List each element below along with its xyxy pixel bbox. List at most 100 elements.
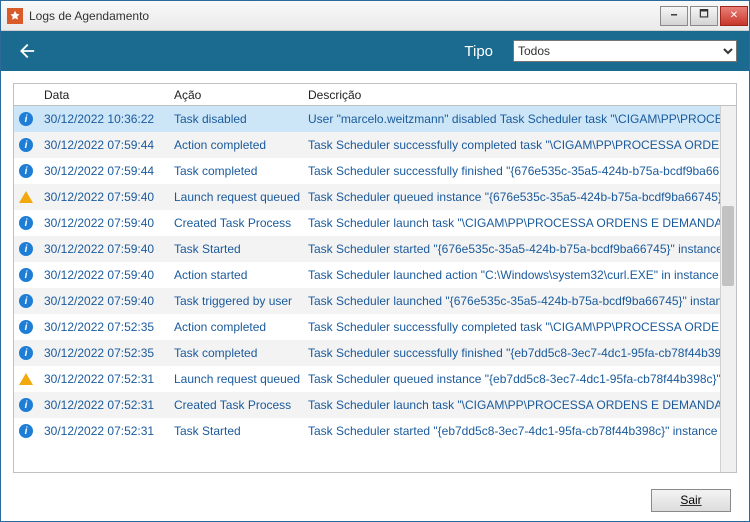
app-window: Logs de Agendamento 🗕 🗖 ✕ Tipo Todos Dat… [0, 0, 750, 522]
warning-icon [19, 373, 33, 385]
row-descricao: Task Scheduler successfully completed ta… [302, 138, 736, 152]
row-icon [14, 191, 38, 203]
info-icon: i [19, 294, 33, 308]
row-icon: i [14, 242, 38, 256]
row-acao: Task disabled [168, 112, 302, 126]
info-icon: i [19, 216, 33, 230]
row-descricao: Task Scheduler successfully completed ta… [302, 320, 736, 334]
tipo-label: Tipo [464, 43, 513, 60]
content: Data Ação Descrição i 30/12/2022 10:36:22… [1, 71, 749, 479]
info-icon: i [19, 320, 33, 334]
row-data: 30/12/2022 07:52:31 [38, 398, 168, 412]
row-acao: Created Task Process [168, 216, 302, 230]
row-acao: Action completed [168, 138, 302, 152]
table-row[interactable]: i 30/12/2022 07:52:35Action completedTask… [14, 314, 736, 340]
table-row[interactable]: 30/12/2022 07:52:31Launch request queued… [14, 366, 736, 392]
titlebar: Logs de Agendamento 🗕 🗖 ✕ [1, 1, 749, 31]
column-header-descricao[interactable]: Descrição [302, 84, 736, 105]
maximize-button[interactable]: 🗖 [690, 6, 718, 26]
window-controls: 🗕 🗖 ✕ [659, 6, 749, 26]
tipo-select[interactable]: Todos [513, 40, 737, 62]
table-row[interactable]: i30/12/2022 07:59:40Task StartedTask Sch… [14, 236, 736, 262]
column-header-data[interactable]: Data [38, 84, 168, 105]
grid-header-row: Data Ação Descrição [14, 84, 736, 106]
row-icon: i [14, 294, 38, 308]
row-descricao: Task Scheduler launched "{676e535c-35a5-… [302, 294, 736, 308]
row-icon: i [14, 216, 38, 230]
arrow-left-icon [14, 40, 36, 62]
row-acao: Action started [168, 268, 302, 282]
back-button[interactable] [13, 39, 37, 63]
table-row[interactable]: i 30/12/2022 07:59:40Action startedTask S… [14, 262, 736, 288]
table-row[interactable]: i 30/12/2022 07:52:35Task completedTask S… [14, 340, 736, 366]
row-descricao: Task Scheduler launch task "\CIGAM\PP\PR… [302, 398, 736, 412]
table-row[interactable]: i 30/12/2022 07:59:44Action completedTask… [14, 132, 736, 158]
row-data: 30/12/2022 07:52:31 [38, 424, 168, 438]
row-data: 30/12/2022 07:59:40 [38, 268, 168, 282]
table-row[interactable]: i 30/12/2022 07:59:40Created Task Process… [14, 210, 736, 236]
table-row[interactable]: i 30/12/2022 10:36:22Task disabledUser "m… [14, 106, 736, 132]
toolbar: Tipo Todos [1, 31, 749, 71]
row-icon: i [14, 268, 38, 282]
row-acao: Created Task Process [168, 398, 302, 412]
info-icon: i [19, 398, 33, 412]
row-data: 30/12/2022 07:59:40 [38, 294, 168, 308]
row-descricao: Task Scheduler started "{eb7dd5c8-3ec7-4… [302, 424, 736, 438]
row-descricao: Task Scheduler successfully finished "{6… [302, 164, 736, 178]
warning-icon [19, 191, 33, 203]
row-data: 30/12/2022 07:59:40 [38, 216, 168, 230]
scrollbar-thumb[interactable] [722, 206, 734, 286]
row-acao: Action completed [168, 320, 302, 334]
row-data: 30/12/2022 07:59:40 [38, 242, 168, 256]
row-icon: i [14, 112, 38, 126]
table-row[interactable]: i 30/12/2022 07:59:40Task triggered by us… [14, 288, 736, 314]
row-acao: Launch request queued [168, 190, 302, 204]
row-icon: i [14, 398, 38, 412]
window-title: Logs de Agendamento [29, 9, 149, 23]
row-descricao: Task Scheduler started "{676e535c-35a5-4… [302, 242, 736, 256]
row-icon: i [14, 346, 38, 360]
row-descricao: Task Scheduler queued instance "{eb7dd5c… [302, 372, 736, 386]
table-row[interactable]: i 30/12/2022 07:52:31Created Task Process… [14, 392, 736, 418]
row-data: 30/12/2022 07:59:44 [38, 164, 168, 178]
row-data: 30/12/2022 07:52:35 [38, 320, 168, 334]
info-icon: i [19, 424, 33, 438]
row-descricao: User "marcelo.weitzmann" disabled Task S… [302, 112, 736, 126]
log-grid: Data Ação Descrição i 30/12/2022 10:36:22… [13, 83, 737, 473]
row-descricao: Task Scheduler launched action "C:\Windo… [302, 268, 736, 282]
info-icon: i [19, 138, 33, 152]
row-icon: i [14, 164, 38, 178]
row-data: 30/12/2022 07:52:31 [38, 372, 168, 386]
row-acao: Task triggered by user [168, 294, 302, 308]
footer: Sair [1, 479, 749, 521]
table-row[interactable]: i 30/12/2022 07:52:31Task StartedTask Sch… [14, 418, 736, 444]
app-icon [7, 8, 23, 24]
scrollbar[interactable] [720, 106, 736, 472]
row-data: 30/12/2022 10:36:22 [38, 112, 168, 126]
minimize-button[interactable]: 🗕 [660, 6, 688, 26]
row-data: 30/12/2022 07:52:35 [38, 346, 168, 360]
table-row[interactable]: i 30/12/2022 07:59:44Task completedTask S… [14, 158, 736, 184]
table-row[interactable]: 30/12/2022 07:59:40Launch request queued… [14, 184, 736, 210]
info-icon: i [19, 164, 33, 178]
row-data: 30/12/2022 07:59:40 [38, 190, 168, 204]
row-acao: Task Started [168, 424, 302, 438]
column-header-icon[interactable] [14, 84, 38, 105]
grid-body: i 30/12/2022 10:36:22Task disabledUser "m… [14, 106, 736, 472]
info-icon: i [19, 346, 33, 360]
row-data: 30/12/2022 07:59:44 [38, 138, 168, 152]
row-acao: Launch request queued [168, 372, 302, 386]
sair-button[interactable]: Sair [651, 489, 731, 512]
row-acao: Task Started [168, 242, 302, 256]
column-header-acao[interactable]: Ação [168, 84, 302, 105]
close-button[interactable]: ✕ [720, 6, 748, 26]
row-icon [14, 373, 38, 385]
row-icon: i [14, 424, 38, 438]
row-descricao: Task Scheduler queued instance "{676e535… [302, 190, 736, 204]
row-acao: Task completed [168, 346, 302, 360]
row-descricao: Task Scheduler successfully finished "{e… [302, 346, 736, 360]
row-acao: Task completed [168, 164, 302, 178]
row-icon: i [14, 320, 38, 334]
info-icon: i [19, 112, 33, 126]
info-icon: i [19, 268, 33, 282]
